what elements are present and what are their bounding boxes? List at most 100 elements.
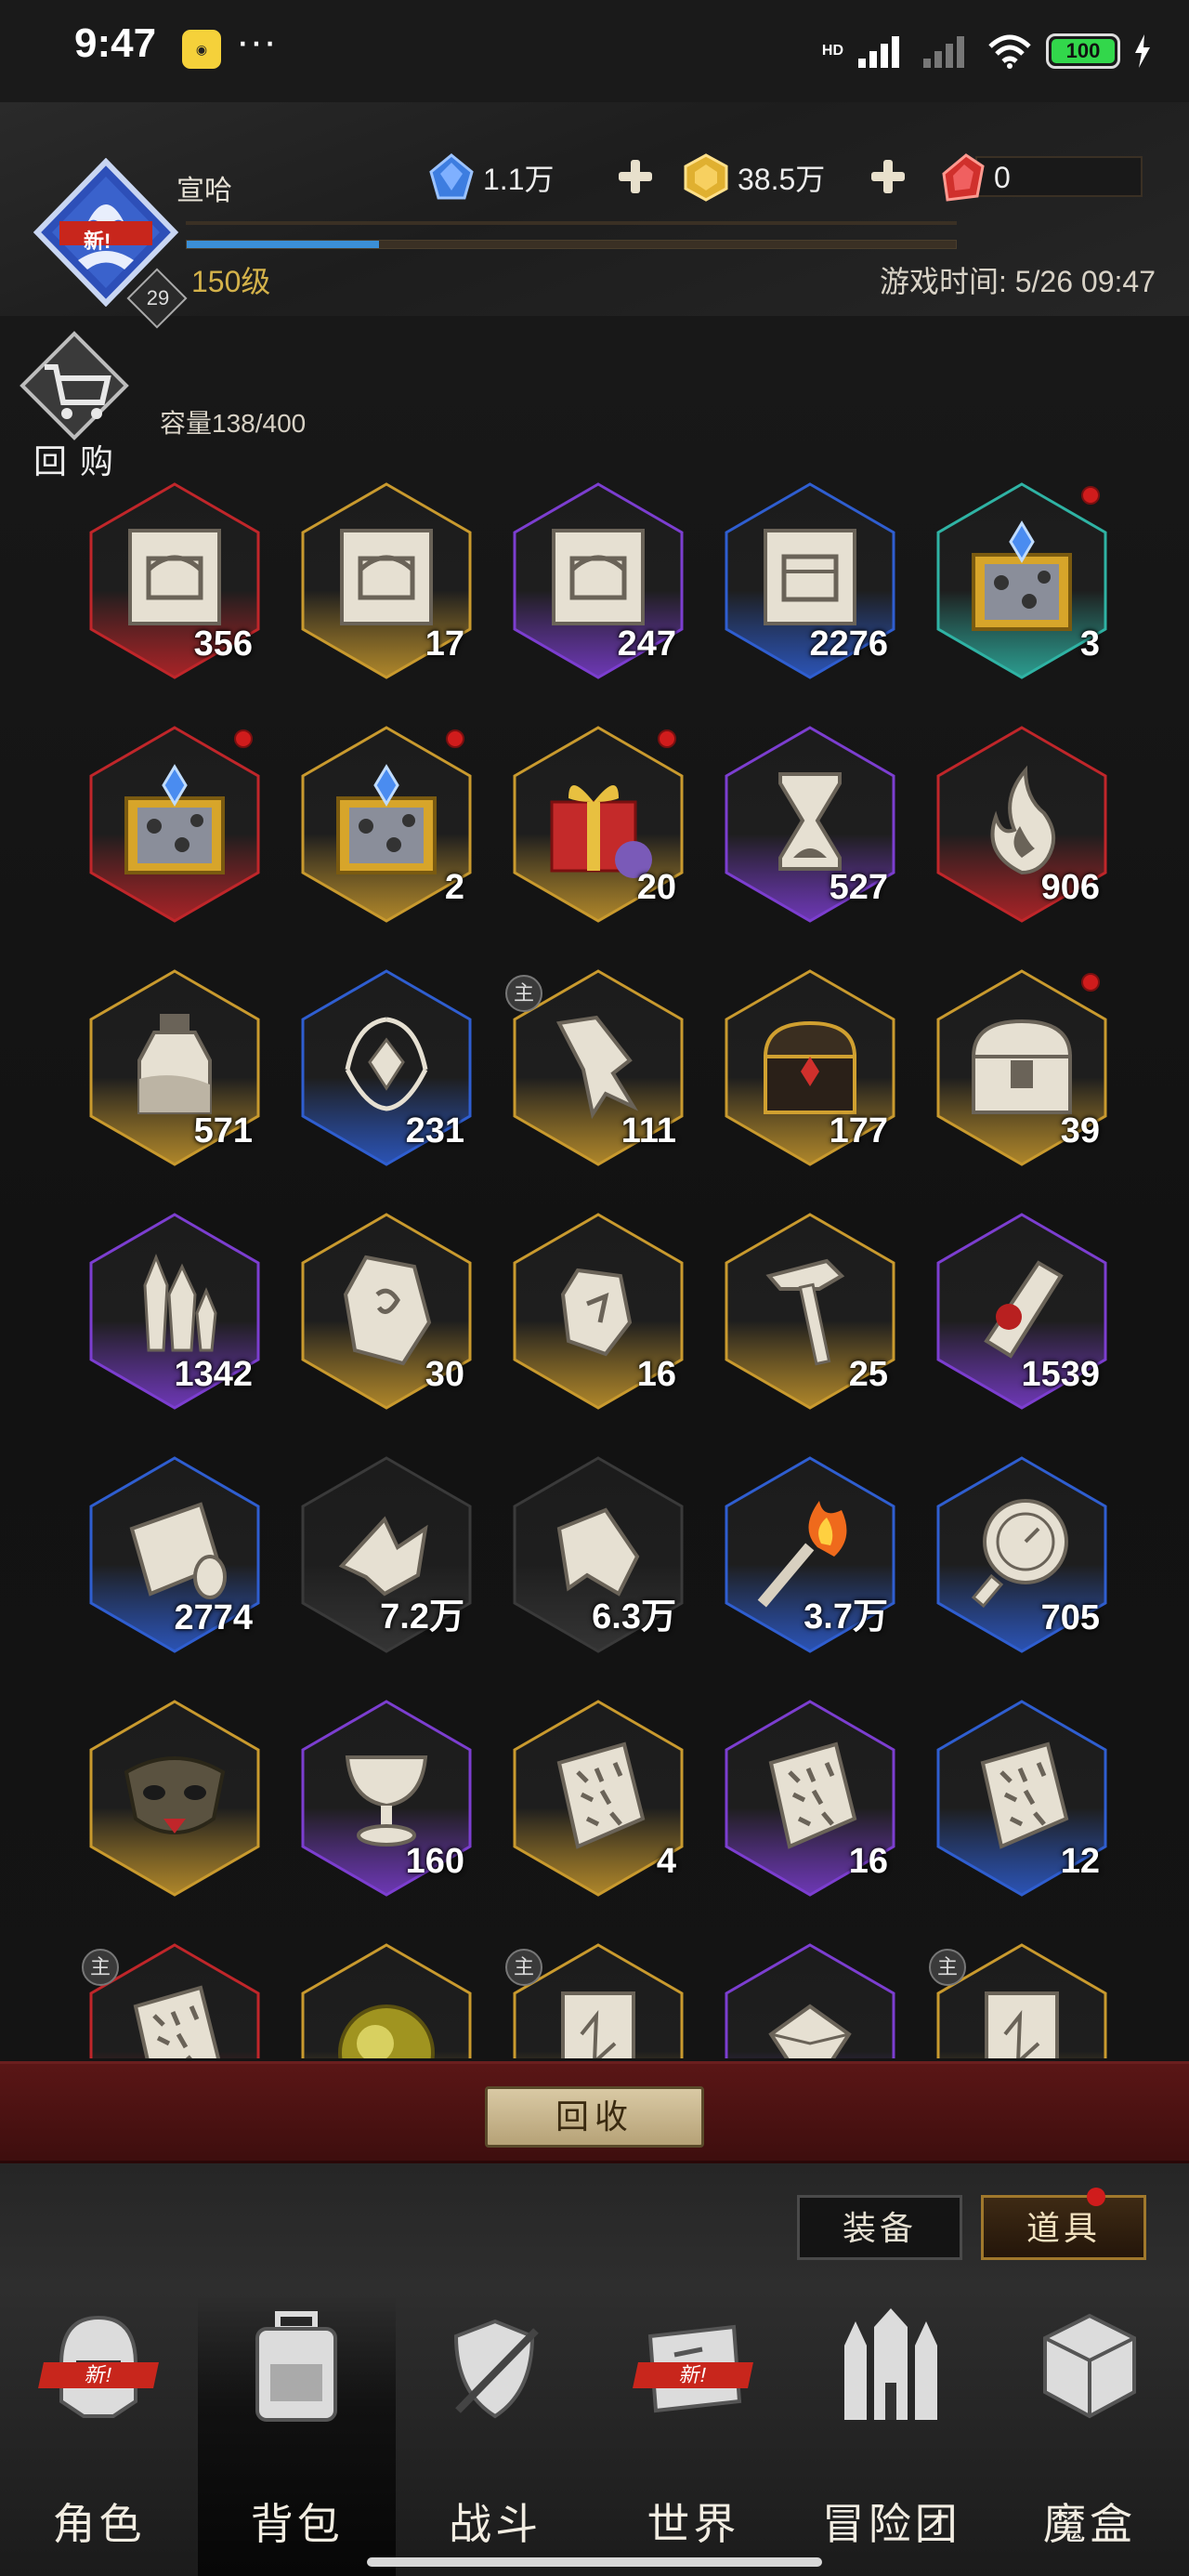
inventory-item[interactable]: 177 xyxy=(717,966,903,1170)
treasure-chest-icon xyxy=(763,1020,857,1114)
inventory-item[interactable]: 1342 xyxy=(82,1209,268,1413)
signal-weak-icon xyxy=(923,36,964,68)
home-indicator[interactable] xyxy=(367,2557,822,2567)
inventory-item[interactable]: 3.7万 xyxy=(717,1452,903,1657)
main-item-tag: 主 xyxy=(929,1949,966,1986)
player-name: 宣哈 xyxy=(176,176,232,206)
locked-chest-icon xyxy=(971,1019,1073,1114)
inventory-item[interactable] xyxy=(82,722,268,927)
tab-equipment[interactable]: 装备 xyxy=(797,2195,962,2260)
inventory-item[interactable]: 17 xyxy=(294,479,479,683)
hourglass-icon xyxy=(778,772,842,871)
xp-bar-fill xyxy=(187,241,379,248)
rune-tablet-icon xyxy=(556,1741,646,1849)
inventory-item[interactable]: 16 xyxy=(717,1696,903,1900)
network-label: HD xyxy=(821,43,843,59)
play-time: 游戏时间: 5/26 09:47 xyxy=(879,265,1156,298)
inventory-item[interactable]: 160 xyxy=(294,1696,479,1900)
avatar-new-tag: 新! xyxy=(84,230,111,253)
nav-item[interactable]: 魔盒 xyxy=(991,2295,1189,2576)
laurel-crystal-icon xyxy=(345,1017,428,1111)
inventory-item[interactable]: 主 xyxy=(505,1939,691,2058)
inventory-item[interactable]: 111 主 xyxy=(505,966,691,1170)
inventory-item[interactable]: 20 xyxy=(505,722,691,927)
mystery-box-icon xyxy=(124,764,225,874)
rune-tablet-icon xyxy=(980,1741,1069,1849)
inventory-item[interactable]: 705 xyxy=(929,1452,1115,1657)
inventory-item[interactable]: 2276 xyxy=(717,479,903,683)
card-icon xyxy=(985,1991,1059,2058)
nav-label: 角色 xyxy=(52,2500,146,2548)
inventory-item[interactable]: 7.2万 xyxy=(294,1452,479,1657)
crystal-cluster-icon xyxy=(143,1253,217,1352)
blue-gem-icon xyxy=(429,153,474,200)
item-count: 7.2万 xyxy=(380,1597,464,1636)
item-count: 906 xyxy=(1040,868,1100,907)
rune-tablet-icon xyxy=(768,1741,857,1849)
status-bar: 9:47 ◉ ··· HD 100 xyxy=(0,0,1189,102)
inventory-item[interactable]: 30 xyxy=(294,1209,479,1413)
charging-icon xyxy=(1135,34,1150,68)
stamina-bar xyxy=(186,221,957,225)
currency-gold-value: 38.5万 xyxy=(738,163,826,196)
inventory-item[interactable]: 571 xyxy=(82,966,268,1170)
inventory-item[interactable]: 39 xyxy=(929,966,1115,1170)
battery-icon: 100 xyxy=(1046,33,1120,69)
item-count: 3.7万 xyxy=(804,1597,888,1636)
add-blue-currency-button[interactable] xyxy=(617,158,654,195)
new-item-dot xyxy=(1081,973,1100,992)
add-gold-currency-button[interactable] xyxy=(869,158,907,195)
pocket-watch-icon xyxy=(971,1499,1068,1609)
inventory-item[interactable] xyxy=(294,1939,479,2058)
gift-box-icon xyxy=(550,784,652,878)
rune-tablet-icon xyxy=(133,1985,221,2058)
item-count: 4 xyxy=(656,1842,676,1881)
inventory-item[interactable]: 231 xyxy=(294,966,479,1170)
currency-red: 0 xyxy=(938,153,1011,202)
inventory-item[interactable]: 6.3万 xyxy=(505,1452,691,1657)
currency-blue-value: 1.1万 xyxy=(483,163,555,196)
inventory-item[interactable]: 1539 xyxy=(929,1209,1115,1413)
inventory-item[interactable]: 25 xyxy=(717,1209,903,1413)
item-count: 247 xyxy=(617,624,676,664)
inventory-item[interactable]: 4 xyxy=(505,1696,691,1900)
inventory-item[interactable]: 247 xyxy=(505,479,691,683)
shield-sword-icon xyxy=(453,2319,539,2419)
item-count: 39 xyxy=(1060,1111,1100,1150)
item-grid: 356 17 247 2276 3 2 20 527 906 571 231 1… xyxy=(65,479,1124,2058)
inventory-item[interactable]: 12 xyxy=(929,1696,1115,1900)
nav-item[interactable]: 新! 角色 xyxy=(0,2295,198,2576)
tab-items[interactable]: 道具 xyxy=(981,2195,1146,2260)
item-count: 17 xyxy=(425,624,464,664)
inventory-item[interactable]: 2774 xyxy=(82,1452,268,1657)
inventory-item[interactable]: 16 xyxy=(505,1209,691,1413)
item-count: 6.3万 xyxy=(592,1597,676,1636)
inventory-item[interactable]: 356 xyxy=(82,479,268,683)
nav-label: 战斗 xyxy=(449,2500,542,2548)
inventory-item[interactable]: 3 xyxy=(929,479,1115,683)
inventory-item[interactable]: 主 xyxy=(82,1939,268,2058)
nav-item[interactable]: 冒险团 xyxy=(792,2295,990,2576)
new-item-dot xyxy=(446,729,464,748)
inventory-item[interactable]: 527 xyxy=(717,722,903,927)
currency-blue: 1.1万 xyxy=(427,153,555,201)
xp-bar xyxy=(186,240,957,249)
nav-item[interactable]: 新! 世界 xyxy=(594,2295,792,2576)
recycle-button[interactable]: 回收 xyxy=(485,2086,704,2148)
amber-orb-icon xyxy=(338,2004,435,2058)
inventory-item[interactable]: 2 xyxy=(294,722,479,927)
nav-label: 背包 xyxy=(250,2500,344,2548)
magic-cube-icon xyxy=(1042,2313,1136,2419)
main-item-tag: 主 xyxy=(505,1949,542,1986)
item-count: 1539 xyxy=(1021,1355,1100,1394)
inventory-item[interactable] xyxy=(717,1939,903,2058)
inventory-item[interactable] xyxy=(82,1696,268,1900)
hammer-icon xyxy=(765,1258,845,1366)
inventory-screen: { "status_bar":{"time":"9:47","app_icon"… xyxy=(0,0,1189,2576)
nav-item[interactable]: 战斗 xyxy=(397,2295,594,2576)
item-count: 2774 xyxy=(174,1598,253,1637)
inventory-item[interactable]: 906 xyxy=(929,722,1115,927)
nav-item[interactable]: 背包 xyxy=(198,2295,397,2576)
castle-icon xyxy=(844,2308,938,2420)
inventory-item[interactable]: 主 xyxy=(929,1939,1115,2058)
